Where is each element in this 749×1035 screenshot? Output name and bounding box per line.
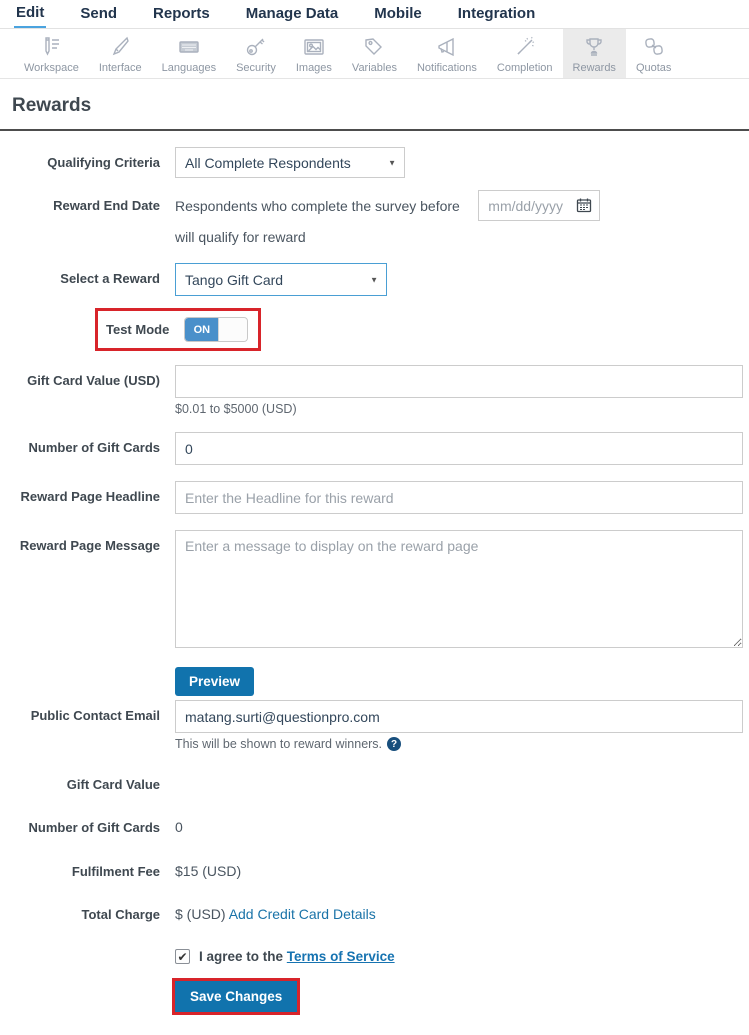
notifications-icon	[434, 34, 460, 60]
rewards-form: Qualifying Criteria All Complete Respond…	[0, 147, 749, 1035]
tab-quotas[interactable]: Quotas	[626, 29, 681, 78]
languages-icon	[176, 34, 202, 60]
rewards-icon	[581, 34, 607, 60]
contact-email-label: Public Contact Email	[30, 708, 160, 723]
select-reward-select[interactable]: Tango Gift Card	[175, 263, 387, 296]
message-textarea[interactable]	[175, 530, 743, 648]
tab-interface[interactable]: Interface	[89, 29, 152, 78]
reward-end-date-label: Reward End Date	[53, 198, 160, 213]
number-gift-cards-input[interactable]	[175, 432, 743, 465]
nav-item-manage-data[interactable]: Manage Data	[244, 1, 341, 27]
nav-item-send[interactable]: Send	[78, 1, 119, 27]
save-row: Save Changes	[12, 978, 743, 1015]
select-reward-row: Select a Reward Tango Gift Card ▼	[12, 263, 743, 296]
toggle-on-label: ON	[185, 318, 219, 341]
end-date-suffix-text: will qualify for reward	[175, 229, 306, 245]
message-label: Reward Page Message	[19, 538, 160, 553]
tab-label: Security	[236, 62, 276, 74]
total-charge-label: Total Charge	[81, 906, 161, 922]
test-mode-row: Test Mode ON	[12, 308, 743, 351]
nav-item-reports[interactable]: Reports	[151, 1, 212, 27]
settings-toolbar: Workspace Interface Languages Security I…	[0, 29, 749, 79]
qualifying-criteria-label: Qualifying Criteria	[47, 155, 160, 170]
tab-security[interactable]: Security	[226, 29, 286, 78]
help-icon[interactable]: ?	[387, 737, 402, 751]
gift-card-value-hint: $0.01 to $5000 (USD)	[175, 402, 297, 416]
qualifying-criteria-select[interactable]: All Complete Respondents	[175, 147, 405, 178]
number-gift-cards-row: Number of Gift Cards	[12, 432, 743, 465]
tab-images[interactable]: Images	[286, 29, 342, 78]
tab-workspace[interactable]: Workspace	[14, 29, 89, 78]
tab-label: Interface	[98, 62, 142, 74]
number-gift-cards-label: Number of Gift Cards	[28, 440, 160, 455]
top-navigation: Edit Send Reports Manage Data Mobile Int…	[0, 0, 749, 29]
gift-card-value-row: Gift Card Value (USD) $0.01 to $5000 (US…	[12, 365, 743, 416]
end-date-prefix-text: Respondents who complete the survey befo…	[175, 198, 460, 214]
gift-card-value-input[interactable]	[175, 365, 743, 398]
terms-checkbox[interactable]: ✔	[175, 949, 190, 964]
nav-item-mobile[interactable]: Mobile	[372, 1, 424, 27]
contact-email-input[interactable]	[175, 700, 743, 733]
summary-number-cards-value: 0	[175, 819, 183, 836]
variables-icon	[361, 34, 387, 60]
save-changes-button[interactable]: Save Changes	[175, 981, 298, 1012]
charge-summary: Gift Card Value Number of Gift Cards 0 F…	[12, 777, 743, 923]
interface-icon	[107, 34, 133, 60]
add-credit-card-link[interactable]: Add Credit Card Details	[229, 906, 376, 922]
test-mode-annotation-box: Test Mode ON	[95, 308, 262, 351]
preview-button[interactable]: Preview	[175, 667, 255, 696]
title-divider	[0, 129, 749, 131]
tab-label: Languages	[161, 62, 217, 74]
nav-item-edit[interactable]: Edit	[14, 0, 47, 28]
fulfilment-fee-value: $15 (USD)	[175, 862, 242, 879]
quotas-icon	[641, 34, 667, 60]
headline-label: Reward Page Headline	[20, 489, 160, 504]
page-title: Rewards	[12, 95, 92, 116]
tab-variables[interactable]: Variables	[342, 29, 407, 78]
tab-notifications[interactable]: Notifications	[407, 29, 487, 78]
tab-completion[interactable]: Completion	[487, 29, 563, 78]
contact-email-hint: This will be shown to reward winners.	[175, 737, 383, 751]
total-charge-row: Total Charge $ (USD) Add Credit Card Det…	[12, 906, 743, 923]
summary-gift-card-value-row: Gift Card Value	[12, 777, 743, 793]
tab-label: Rewards	[572, 62, 616, 74]
summary-number-cards-row: Number of Gift Cards 0	[12, 819, 743, 836]
contact-email-row: Public Contact Email This will be shown …	[12, 700, 743, 751]
test-mode-toggle[interactable]: ON	[184, 317, 249, 342]
tab-label: Quotas	[635, 62, 672, 74]
completion-icon	[512, 34, 538, 60]
summary-number-cards-label: Number of Gift Cards	[28, 820, 160, 836]
qualifying-criteria-row: Qualifying Criteria All Complete Respond…	[12, 147, 743, 178]
terms-of-service-link[interactable]: Terms of Service	[287, 949, 395, 964]
tab-label: Completion	[496, 62, 553, 74]
summary-gift-card-value-label: Gift Card Value	[66, 777, 160, 792]
agree-row: ✔ I agree to the Terms of Service	[175, 949, 743, 964]
fulfilment-fee-row: Fulfilment Fee $15 (USD)	[12, 863, 743, 880]
select-reward-label: Select a Reward	[60, 271, 160, 286]
tab-label: Images	[295, 62, 332, 74]
gift-card-value-label: Gift Card Value (USD)	[27, 373, 160, 388]
headline-input[interactable]	[175, 481, 743, 514]
reward-end-date-row: Reward End Date Respondents who complete…	[12, 190, 743, 247]
tab-languages[interactable]: Languages	[152, 29, 226, 78]
test-mode-label: Test Mode	[106, 322, 170, 337]
fulfilment-fee-label: Fulfilment Fee	[71, 863, 160, 879]
toggle-knob	[218, 318, 248, 341]
tab-rewards[interactable]: Rewards	[562, 29, 626, 78]
save-annotation-box: Save Changes	[172, 978, 301, 1015]
security-icon	[243, 34, 269, 60]
tab-label: Variables	[351, 62, 397, 74]
calendar-icon[interactable]	[576, 197, 592, 218]
preview-row: Preview	[175, 667, 743, 696]
headline-row: Reward Page Headline	[12, 481, 743, 514]
total-charge-value: $ (USD)	[175, 905, 226, 922]
tab-label: Workspace	[24, 62, 79, 74]
nav-item-integration[interactable]: Integration	[456, 1, 538, 27]
images-icon	[301, 34, 327, 60]
agree-text: I agree to the	[199, 949, 284, 964]
tab-label: Notifications	[416, 62, 477, 74]
message-row: Reward Page Message	[12, 530, 743, 653]
workspace-icon	[38, 34, 64, 60]
